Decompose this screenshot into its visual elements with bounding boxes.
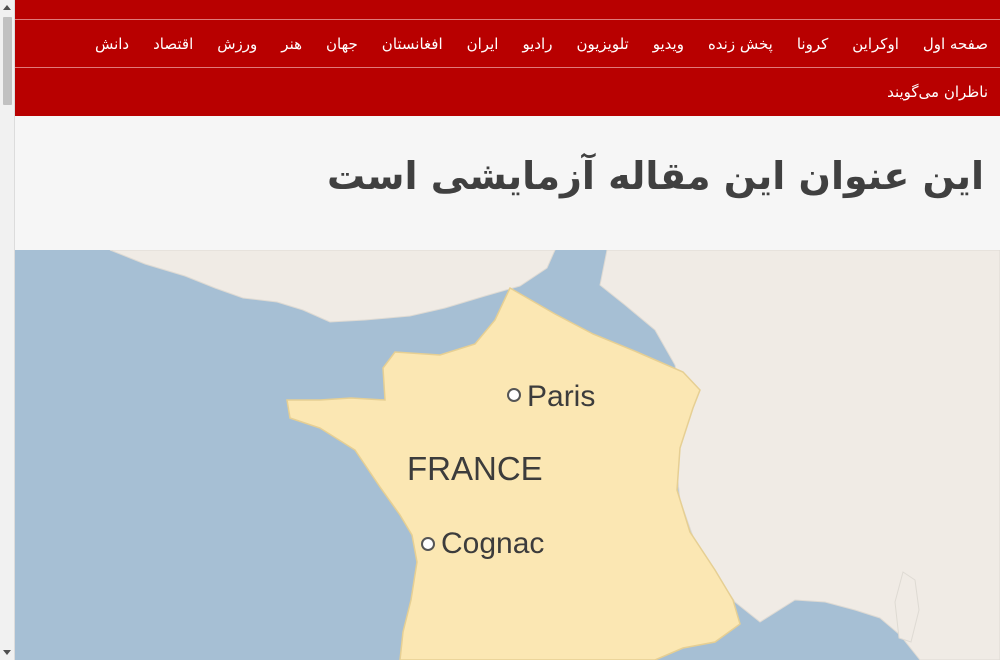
paris-marker (507, 388, 521, 402)
nav-item-video[interactable]: ویدیو (653, 35, 684, 53)
nav-item-science[interactable]: دانش (95, 35, 129, 53)
article-header: این عنوان این مقاله آزمایشی است (15, 116, 1000, 250)
nav-item-afghanistan[interactable]: افغانستان (382, 35, 443, 53)
nav-item-world[interactable]: جهان (326, 35, 358, 53)
nav-item-iran[interactable]: ایران (467, 35, 499, 53)
nav-item-home[interactable]: صفحه اول (923, 35, 988, 53)
map-label-cognac: Cognac (441, 527, 544, 560)
nav-item-economy[interactable]: اقتصاد (153, 35, 193, 53)
nav-item-live[interactable]: پخش زنده (708, 35, 773, 53)
page: صفحه اول اوکراین کرونا پخش زنده ویدیو تل… (15, 0, 1000, 660)
scroll-up-arrow-icon[interactable] (3, 5, 11, 10)
top-navigation: صفحه اول اوکراین کرونا پخش زنده ویدیو تل… (15, 0, 1000, 116)
nav-row-primary: صفحه اول اوکراین کرونا پخش زنده ویدیو تل… (15, 20, 1000, 68)
nav-row-secondary: ناظران می‌گویند (15, 68, 1000, 116)
top-strip (15, 0, 1000, 20)
article-title: این عنوان این مقاله آزمایشی است (326, 154, 984, 198)
nav-item-art[interactable]: هنر (281, 35, 302, 53)
scrollbar-thumb[interactable] (3, 17, 12, 105)
cognac-marker (421, 537, 435, 551)
nav-item-observers[interactable]: ناظران می‌گویند (887, 83, 988, 101)
nav-item-corona[interactable]: کرونا (797, 35, 828, 53)
nav-item-radio[interactable]: رادیو (522, 35, 552, 53)
map-label-france: FRANCE (407, 450, 543, 487)
vertical-scrollbar[interactable] (0, 0, 15, 660)
scroll-down-arrow-icon[interactable] (3, 650, 11, 655)
map-image: Paris FRANCE Cognac (15, 250, 1000, 660)
nav-item-ukraine[interactable]: اوکراین (852, 35, 899, 53)
map-label-paris: Paris (527, 380, 595, 413)
nav-item-sport[interactable]: ورزش (217, 35, 257, 53)
nav-item-tv[interactable]: تلویزیون (576, 35, 628, 53)
